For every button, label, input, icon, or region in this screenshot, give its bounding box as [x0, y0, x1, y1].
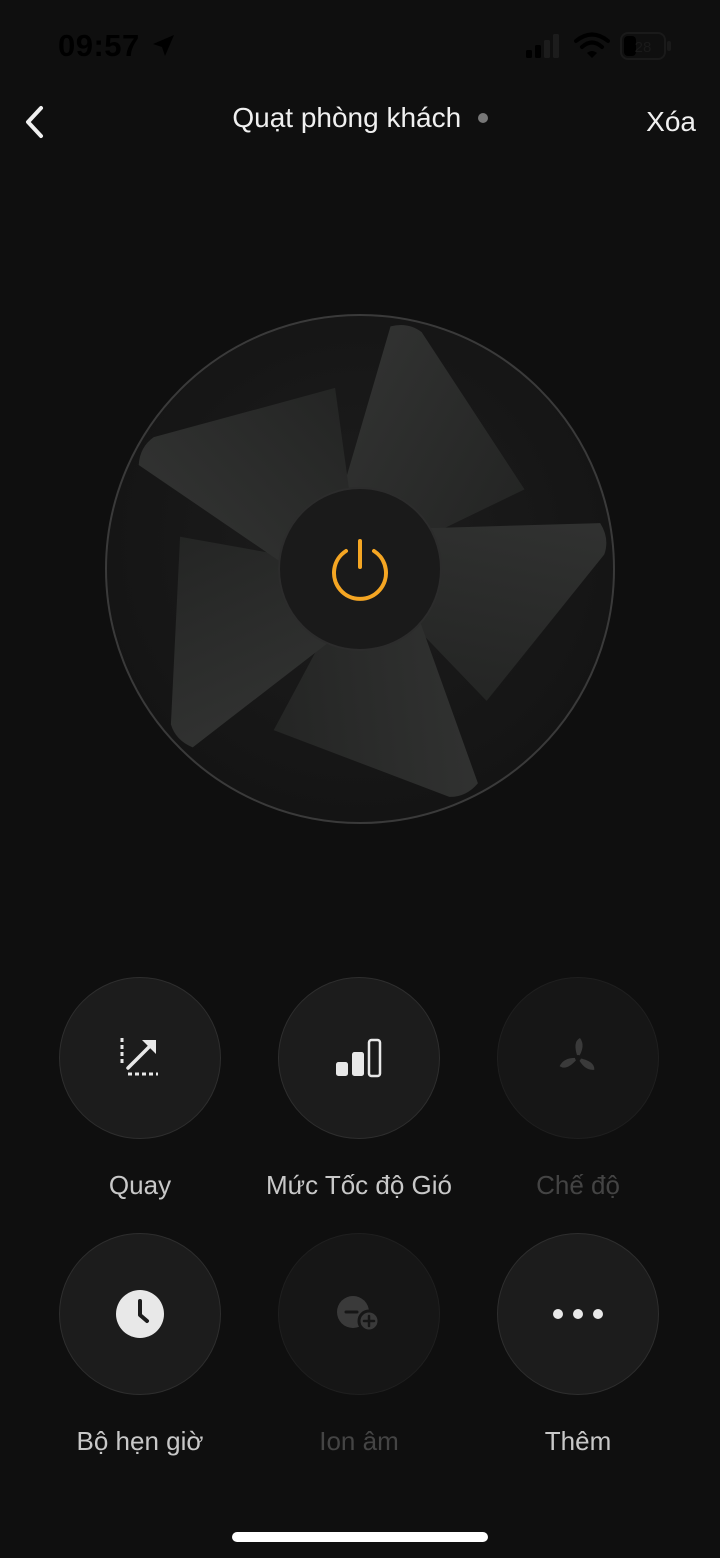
status-bar: 09:57 28 [0, 0, 720, 96]
mode-button[interactable] [497, 977, 659, 1139]
more-dots-icon [553, 1309, 603, 1319]
oscillate-button[interactable] [59, 977, 221, 1139]
fan-mode-icon [559, 1038, 595, 1070]
page-title: Quạt phòng khách [232, 102, 462, 133]
more-button[interactable] [497, 1233, 659, 1395]
power-button[interactable] [280, 489, 440, 649]
wind-speed-icon [336, 1038, 382, 1078]
oscillate-icon [120, 1038, 158, 1076]
wifi-icon [574, 32, 610, 58]
negative-ion-icon [337, 1296, 381, 1333]
location-arrow-icon [153, 35, 174, 56]
title-wrap: Quạt phòng khách [0, 102, 720, 134]
battery-icon: 28 [620, 32, 671, 60]
clock-icon [116, 1290, 164, 1338]
nav-bar: Quạt phòng khách Xóa [0, 92, 720, 152]
timer-button[interactable] [59, 1233, 221, 1395]
battery-level: 28 [635, 39, 652, 56]
power-icon [332, 539, 388, 601]
status-time: 09:57 [58, 28, 140, 63]
negative-ion-button[interactable] [278, 1233, 440, 1395]
home-indicator[interactable] [232, 1532, 488, 1542]
cellular-signal-icon [526, 34, 559, 58]
connection-status-dot [477, 113, 488, 123]
fan-visual [104, 313, 616, 825]
wind-speed-button[interactable] [278, 977, 440, 1139]
mode-label: Chế độ [536, 1170, 620, 1200]
more-label: Thêm [544, 1426, 612, 1456]
delete-button[interactable]: Xóa [646, 106, 696, 138]
